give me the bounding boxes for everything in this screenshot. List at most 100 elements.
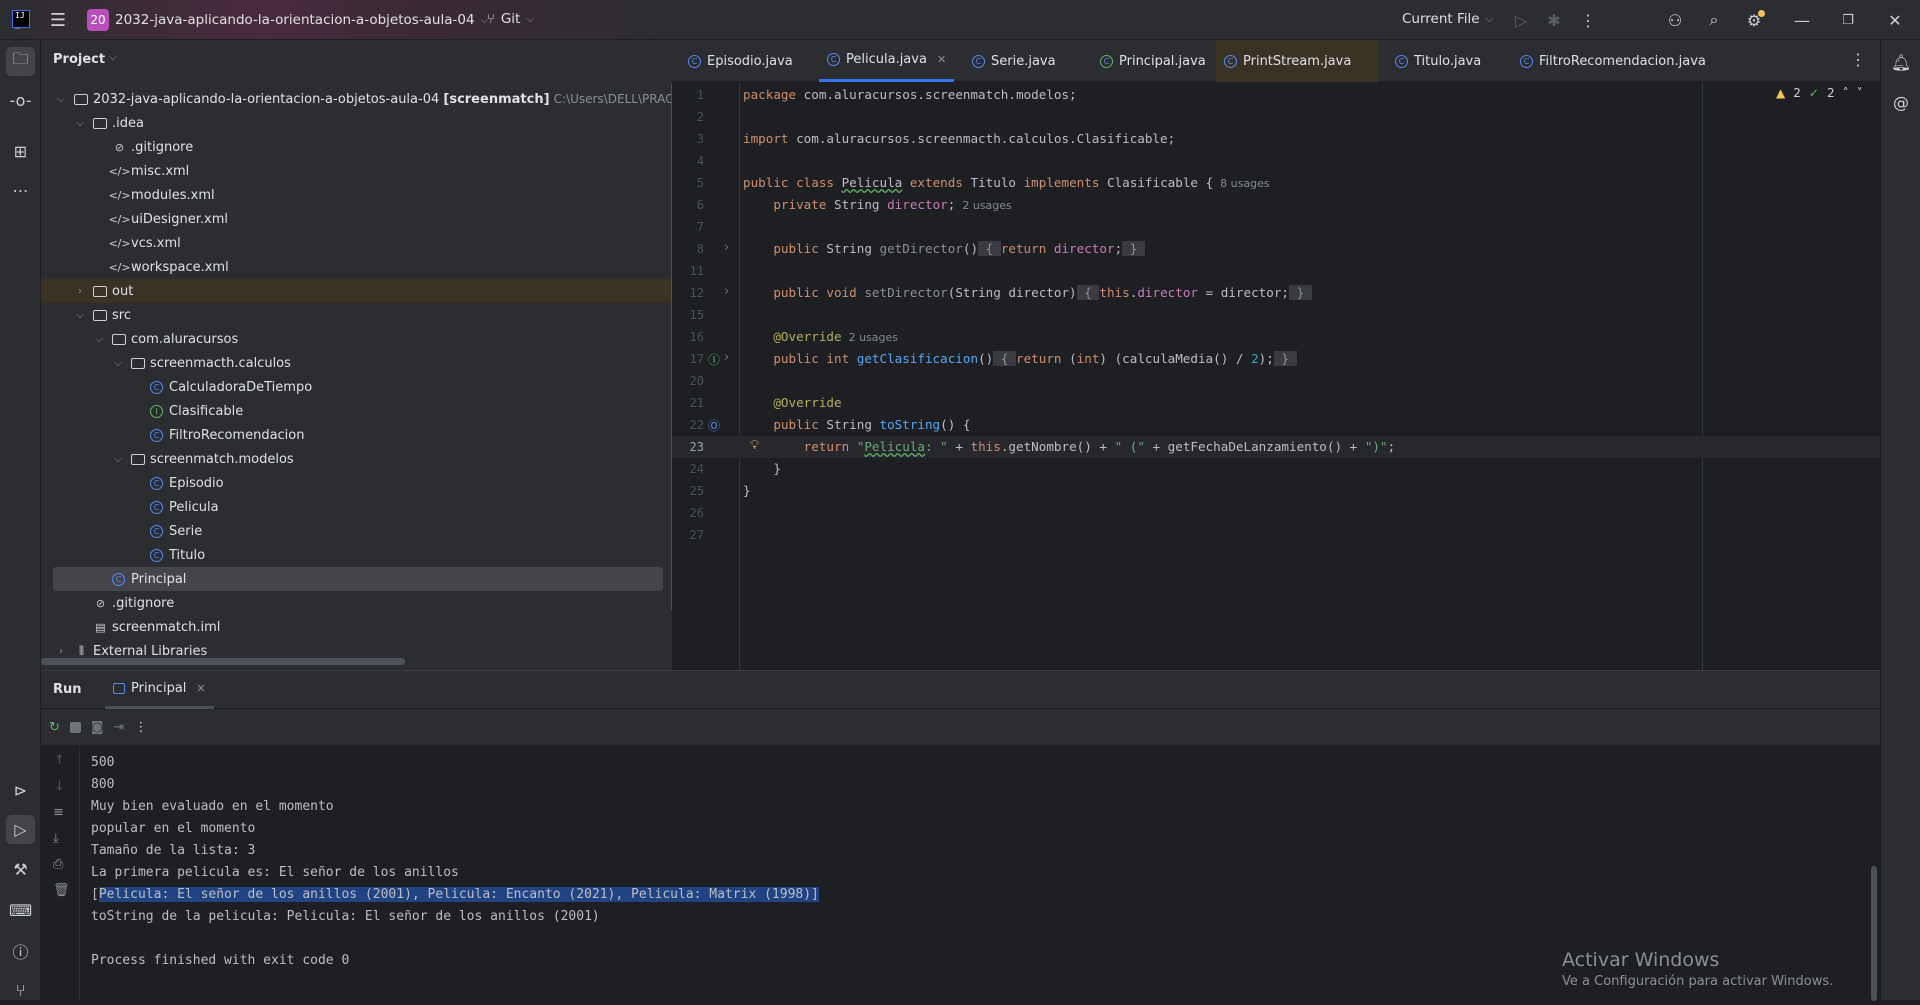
main-menu-icon[interactable]: ☰	[46, 8, 70, 32]
tree-item-package[interactable]: ⌵ screenmacth.calculos	[41, 351, 672, 375]
tree-item-main[interactable]: C Principal	[53, 567, 663, 591]
chevron-down-icon[interactable]: ⌵	[74, 310, 86, 321]
tab-titulo[interactable]: C Titulo.java	[1387, 40, 1489, 82]
chevron-down-icon: ⌵	[526, 13, 534, 25]
project-tool-icon[interactable]: 🗀	[6, 47, 35, 76]
tree-item-class[interactable]: C Pelicula	[41, 495, 672, 519]
stop-icon[interactable]	[69, 721, 81, 733]
commit-tool-icon[interactable]: -o-	[6, 86, 35, 115]
chevron-up-icon[interactable]: ˄	[1843, 86, 1849, 100]
git-icon[interactable]: ⑂	[6, 976, 35, 1005]
tree-root[interactable]: ⌵ 2032-java-aplicando-la-orientacion-a-o…	[41, 87, 684, 111]
tree-item-label: .gitignore	[112, 595, 175, 611]
run-tool-icon[interactable]: ▷	[6, 815, 35, 844]
tree-item-folder[interactable]: › out	[41, 279, 672, 303]
tree-item-xml[interactable]: </> misc.xml	[41, 159, 672, 183]
console-line: toString de la pelicula: Pelicula: El se…	[91, 909, 600, 924]
tree-horizontal-scrollbar[interactable]	[41, 658, 405, 665]
vcs-selector[interactable]: ⑂ Git ⌵	[487, 11, 534, 27]
code-token: ()	[978, 351, 994, 366]
tree-item-class[interactable]: C Episodio	[41, 471, 672, 495]
tree-item-folder[interactable]: ⌵ src	[41, 303, 672, 327]
code-token: com.aluracursos.screenmatch.modelos;	[803, 87, 1077, 102]
structure-tool-icon[interactable]: ⊞	[6, 137, 35, 166]
tree-item-class[interactable]: C Titulo	[41, 543, 672, 567]
minimize-icon[interactable]: —	[1790, 8, 1814, 32]
close-tab-icon[interactable]: ✕	[196, 682, 205, 695]
more-icon[interactable]: ⋮	[1576, 8, 1600, 32]
tab-pelicula[interactable]: C Pelicula.java ✕	[819, 40, 955, 82]
code-token: (String director)	[947, 285, 1077, 300]
implements-method-icon[interactable]: Ⓘ	[708, 351, 720, 368]
code-line: @Override	[743, 395, 841, 410]
terminal-icon[interactable]: ⌨	[6, 896, 35, 925]
chevron-down-icon[interactable]: ⌵	[112, 454, 124, 465]
project-panel-title[interactable]: Project ⌵	[53, 52, 117, 67]
tab-principal[interactable]: C Principal.java	[1092, 40, 1214, 82]
close-tab-icon[interactable]: ✕	[937, 53, 946, 66]
tree-item-interface[interactable]: I Clasificable	[41, 399, 672, 423]
chevron-right-icon[interactable]: ›	[55, 646, 67, 657]
code-editor[interactable]: ▲ 2 ✓ 2 ˄ ˅ 1 package com.aluracursos.screen…	[672, 82, 1880, 670]
console-scrollbar[interactable]	[1871, 866, 1877, 1001]
fold-chevron-icon[interactable]: ›	[724, 350, 729, 365]
chevron-down-icon[interactable]: ˅	[1857, 86, 1863, 100]
tree-item-package[interactable]: ⌵ screenmatch.modelos	[41, 447, 672, 471]
more-icon[interactable]: ⋮	[134, 720, 147, 735]
search-icon[interactable]: ⌕	[1702, 8, 1726, 32]
tree-item-label: Clasificable	[169, 403, 244, 419]
fold-chevron-icon[interactable]: ›	[724, 240, 729, 255]
tabs-more-icon[interactable]: ⋮	[1850, 50, 1866, 69]
screenshot-icon[interactable]: ◙	[91, 720, 104, 735]
services-icon[interactable]: ⊳	[6, 776, 35, 805]
tree-item-xml[interactable]: </> vcs.xml	[41, 231, 672, 255]
run-config-selector[interactable]: Current File ⌵	[1402, 11, 1493, 27]
warning-count: 2	[1793, 86, 1801, 100]
tab-episodio[interactable]: C Episodio.java	[680, 40, 801, 82]
project-selector[interactable]: 20 2032-java-aplicando-la-orientacion-a-…	[87, 9, 488, 31]
tree-item-ignore[interactable]: ⊘ .gitignore	[41, 135, 672, 159]
add-user-icon[interactable]: ⚇	[1663, 8, 1687, 32]
overrides-method-icon[interactable]: Ⓞ	[708, 417, 720, 434]
tree-item-iml[interactable]: ▤ screenmatch.iml	[41, 615, 672, 639]
tree-item-class[interactable]: C CalculadoraDeTiempo	[41, 375, 672, 399]
console-text: [	[91, 887, 99, 902]
inspection-widget[interactable]: ▲ 2 ✓ 2 ˄ ˅	[1776, 86, 1863, 100]
tree-item-xml[interactable]: </> modules.xml	[41, 183, 672, 207]
more-tools-icon[interactable]: ⋯	[6, 176, 35, 205]
xml-icon: </>	[108, 188, 131, 202]
tree-item-xml[interactable]: </> workspace.xml	[41, 255, 672, 279]
fold-chevron-icon[interactable]: ›	[724, 284, 729, 299]
chevron-down-icon[interactable]: ⌵	[93, 334, 105, 345]
line-number: 7	[696, 220, 704, 234]
tree-item-class[interactable]: C Serie	[41, 519, 672, 543]
vcs-label: Git	[500, 11, 521, 27]
tab-serie[interactable]: C Serie.java	[964, 40, 1064, 82]
restore-icon[interactable]: ❐	[1836, 8, 1860, 32]
run-tab-label: Principal	[131, 681, 187, 696]
code-token: (	[1069, 351, 1077, 366]
ai-assistant-icon[interactable]: @	[1887, 88, 1915, 116]
tree-item-xml[interactable]: </> uiDesigner.xml	[41, 207, 672, 231]
check-icon: ✓	[1808, 86, 1819, 100]
tab-printstream[interactable]: C PrintStream.java	[1216, 40, 1378, 82]
settings-gear-icon[interactable]: ⚙	[1742, 8, 1766, 32]
run-tab-principal[interactable]: Principal ✕	[105, 671, 214, 709]
tab-filtrorecomendacion[interactable]: C FiltroRecomendacion.java	[1512, 40, 1714, 82]
chevron-right-icon[interactable]: ›	[74, 286, 86, 297]
build-icon[interactable]: ⚒	[6, 855, 35, 884]
rerun-icon[interactable]: ↻	[49, 720, 60, 735]
tree-item-class[interactable]: C FiltroRecomendacion	[41, 423, 672, 447]
run-icon[interactable]: ▷	[1509, 8, 1533, 32]
problems-icon[interactable]: ⓘ	[6, 936, 35, 965]
tree-item-package[interactable]: ⌵ com.aluracursos	[41, 327, 672, 351]
attach-icon[interactable]: ⇥	[114, 720, 125, 735]
close-window-icon[interactable]: ✕	[1883, 8, 1907, 32]
code-token: @Override	[743, 329, 842, 344]
tree-item-folder[interactable]: ⌵ .idea	[41, 111, 672, 135]
chevron-down-icon[interactable]: ⌵	[112, 358, 124, 369]
debug-icon[interactable]: ✱	[1542, 8, 1566, 32]
notifications-bell-icon[interactable]: 🔔︎	[1887, 48, 1915, 76]
tree-item-ignore[interactable]: ⊘ .gitignore	[41, 591, 672, 615]
chevron-down-icon[interactable]: ⌵	[74, 118, 86, 129]
